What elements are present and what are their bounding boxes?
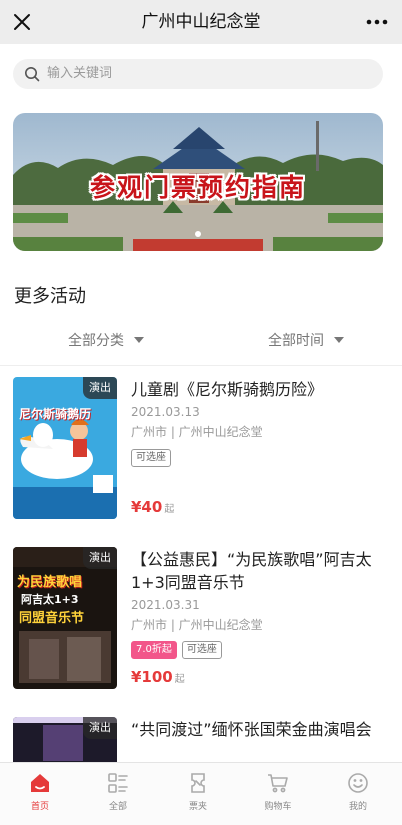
- tab-home[interactable]: 首页: [0, 763, 80, 825]
- ticket-icon: [186, 771, 210, 795]
- time-filter-label: 全部时间: [268, 333, 324, 349]
- discount-tag: 7.0折起: [131, 641, 177, 659]
- event-venue: 广州市 | 广州中山纪念堂: [131, 618, 263, 632]
- event-tags: 可选座: [131, 449, 171, 467]
- category-badge: 演出: [83, 717, 117, 739]
- category-filter[interactable]: 全部分类: [68, 326, 144, 354]
- grid-list-icon: [106, 771, 130, 795]
- price-value: ¥40: [131, 498, 163, 516]
- seat-select-tag: 可选座: [131, 449, 171, 467]
- tab-label: 首页: [30, 802, 49, 812]
- event-title[interactable]: 【公益惠民】“为民族歌唱”阿吉太1+3同盟音乐节: [131, 548, 386, 594]
- event-price: ¥100 起: [131, 668, 185, 686]
- event-card[interactable]: 尼尔斯骑鹅历 演出 儿童剧《尼尔斯骑鹅历险》 2021.03.13 广州市 | …: [0, 377, 402, 527]
- event-date: 2021.03.31: [131, 598, 200, 612]
- poster-title-text: 尼尔斯骑鹅历: [19, 407, 92, 421]
- event-poster[interactable]: 演出: [13, 717, 117, 762]
- poster-title-text: 为民族歌唱: [17, 575, 83, 590]
- event-title[interactable]: “共同渡过”缅怀张国荣金曲演唱会: [131, 718, 386, 741]
- caret-down-icon: [334, 337, 344, 343]
- smile-user-icon: [346, 771, 370, 795]
- tab-label: 全部: [108, 802, 127, 812]
- tab-label: 购物车: [264, 802, 292, 812]
- poster-subtitle-text: 同盟音乐节: [19, 611, 85, 626]
- cart-icon: [266, 771, 290, 795]
- tab-profile[interactable]: 我的: [318, 763, 398, 825]
- event-card[interactable]: 为民族歌唱 阿吉太1+3 同盟音乐节 演出 【公益惠民】“为民族歌唱”阿吉太1+…: [0, 547, 402, 697]
- top-bar: 广州中山纪念堂: [0, 0, 402, 44]
- banner-caption: 参观门票预约指南: [89, 173, 306, 202]
- tab-cart[interactable]: 购物车: [238, 763, 318, 825]
- category-filter-label: 全部分类: [68, 333, 124, 349]
- section-title: 更多活动: [14, 286, 86, 307]
- time-filter[interactable]: 全部时间: [268, 326, 344, 354]
- bottom-tab-bar: 首页 全部 票夹 购物车 我的: [0, 762, 402, 825]
- tab-all[interactable]: 全部: [78, 763, 158, 825]
- page-title: 广州中山纪念堂: [141, 12, 261, 32]
- seat-select-tag: 可选座: [181, 641, 222, 659]
- price-suffix: 起: [174, 674, 185, 685]
- event-date: 2021.03.13: [131, 405, 200, 419]
- event-price: ¥40 起: [131, 498, 174, 516]
- event-poster[interactable]: 为民族歌唱 阿吉太1+3 同盟音乐节 演出: [13, 547, 117, 689]
- price-suffix: 起: [164, 504, 175, 515]
- tab-label: 我的: [348, 802, 367, 812]
- event-card[interactable]: 演出 “共同渡过”缅怀张国荣金曲演唱会: [0, 717, 402, 762]
- home-icon: [28, 771, 52, 795]
- divider: [0, 365, 402, 366]
- price-value: ¥100: [131, 668, 173, 686]
- tab-tickets[interactable]: 票夹: [158, 763, 238, 825]
- category-badge: 演出: [83, 547, 117, 569]
- caret-down-icon: [134, 337, 144, 343]
- banner-carousel[interactable]: 参观门票预约指南: [13, 113, 383, 251]
- category-badge: 演出: [83, 377, 117, 399]
- event-poster[interactable]: 尼尔斯骑鹅历 演出: [13, 377, 117, 519]
- search-placeholder: 输入关键词: [47, 66, 113, 81]
- event-venue: 广州市 | 广州中山纪念堂: [131, 425, 263, 439]
- poster-subtitle-text: 阿吉太1+3: [21, 593, 79, 606]
- more-dots-icon[interactable]: [362, 8, 392, 36]
- event-title[interactable]: 儿童剧《尼尔斯骑鹅历险》: [131, 378, 386, 401]
- search-input[interactable]: 输入关键词: [13, 59, 383, 89]
- close-icon[interactable]: [8, 8, 36, 36]
- event-tags: 7.0折起 可选座: [131, 641, 222, 659]
- filter-bar: 全部分类 全部时间: [0, 326, 402, 354]
- search-icon: [24, 66, 40, 82]
- tab-label: 票夹: [188, 802, 207, 812]
- carousel-dot-active[interactable]: [195, 231, 201, 237]
